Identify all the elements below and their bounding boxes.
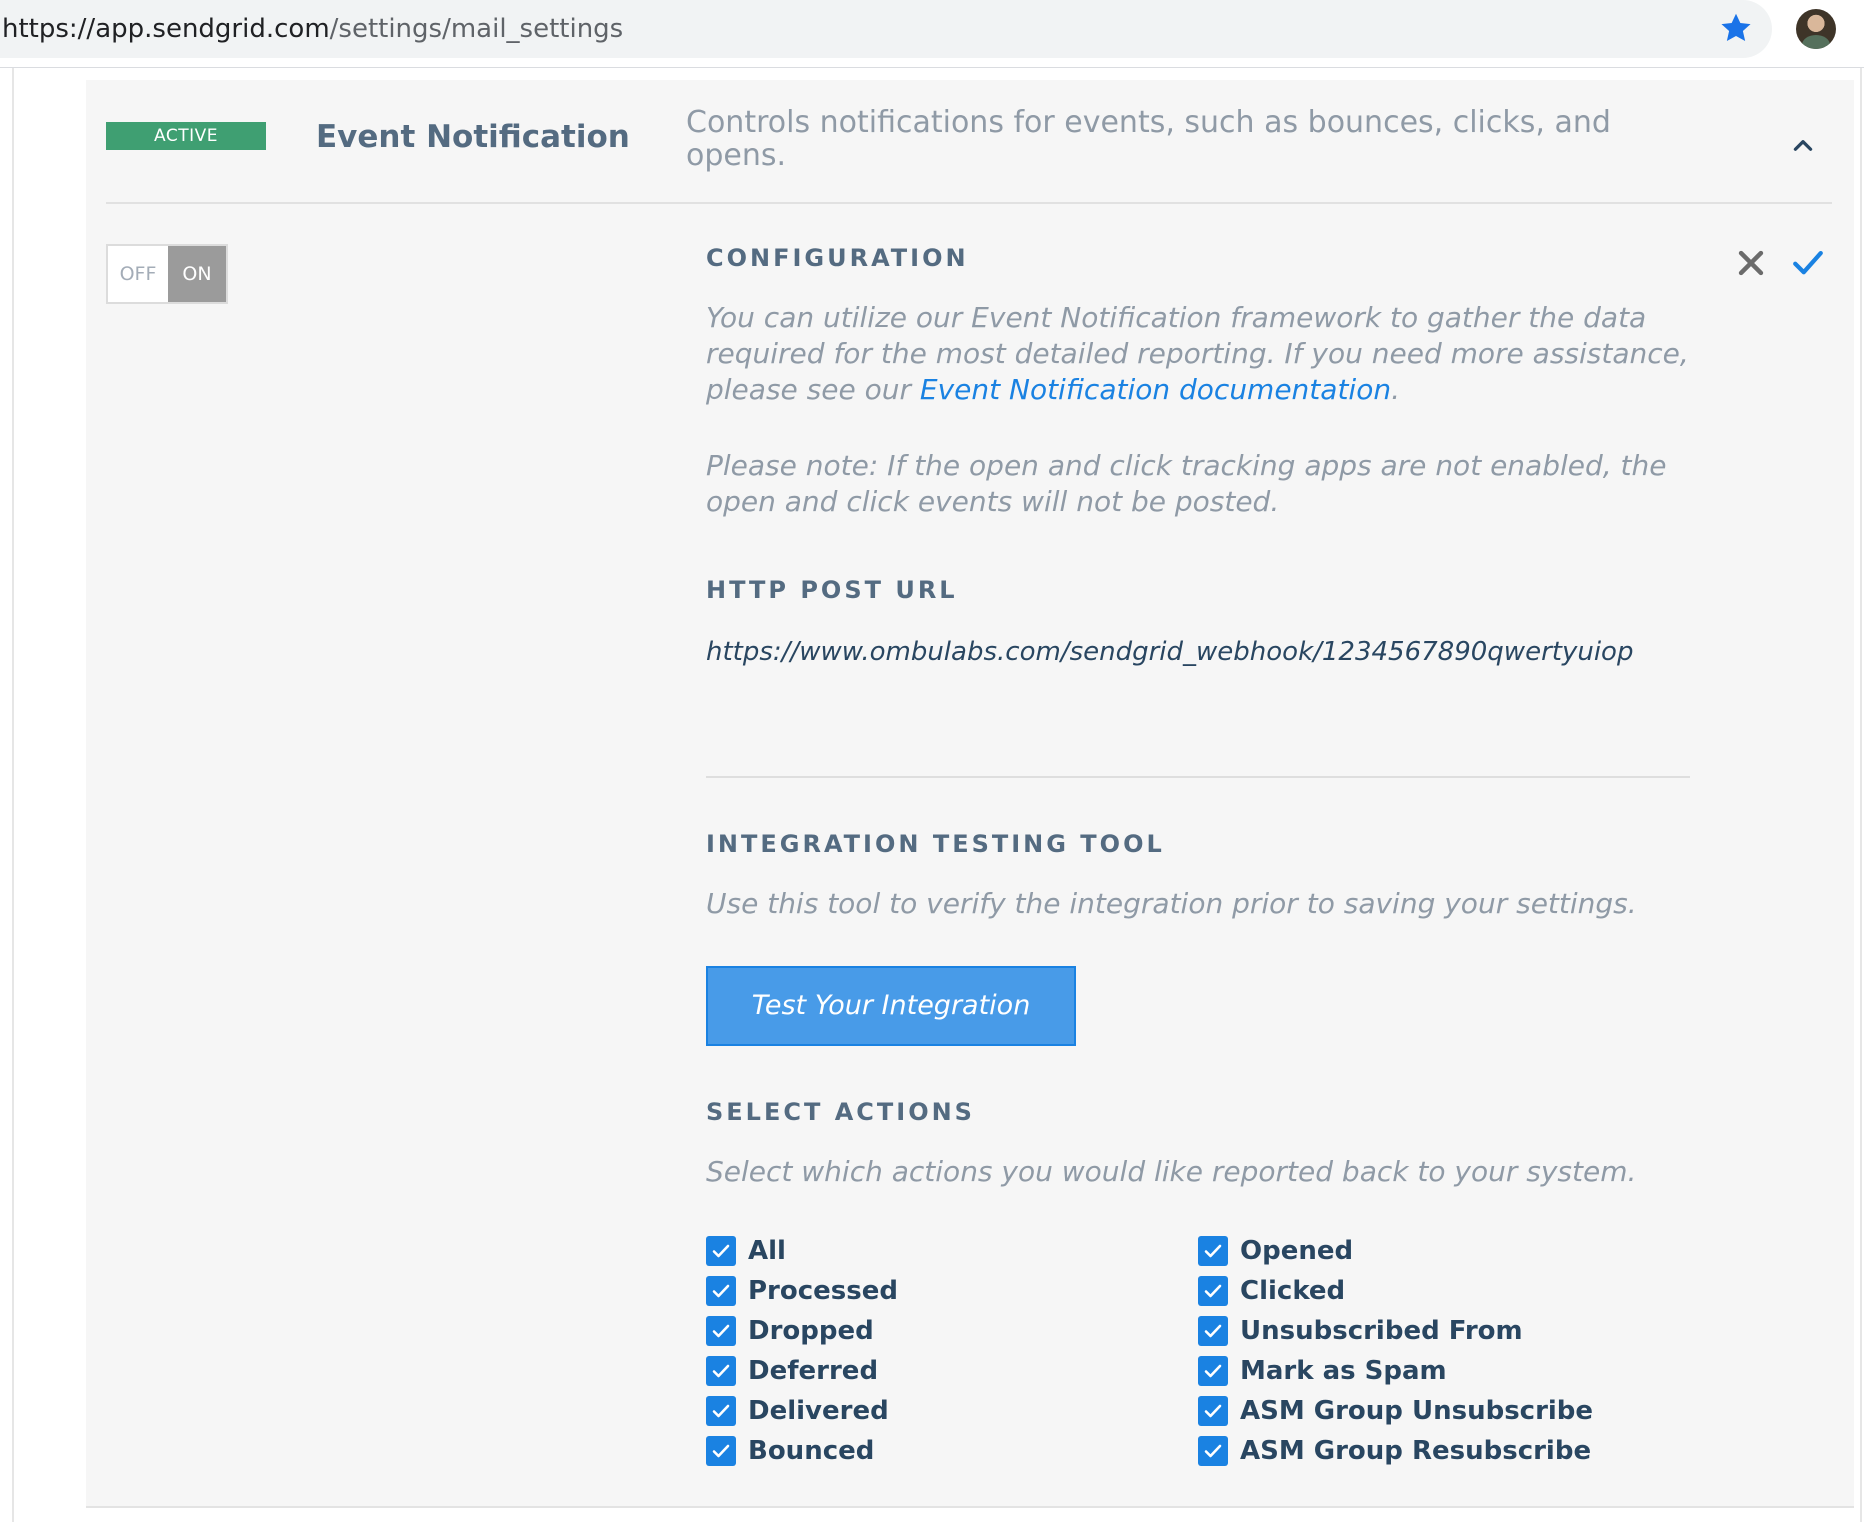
checkbox-checked-icon[interactable] [706,1356,736,1386]
checkbox-checked-icon[interactable] [706,1436,736,1466]
configuration-intro-end: . [1391,373,1400,406]
action-label[interactable]: Opened [1240,1234,1353,1268]
documentation-link[interactable]: Event Notification documentation [920,373,1391,406]
toggle-off-option[interactable]: OFF [108,246,168,302]
right-border [1860,68,1862,1522]
select-actions-heading: SELECT ACTIONS [706,1098,975,1126]
checkbox-checked-icon[interactable] [706,1236,736,1266]
star-icon[interactable] [1718,10,1754,46]
status-badge: ACTIVE [106,122,266,150]
checkbox-checked-icon[interactable] [706,1396,736,1426]
chevron-up-icon[interactable] [1790,133,1816,159]
checkbox-checked-icon[interactable] [706,1316,736,1346]
action-label[interactable]: ASM Group Resubscribe [1240,1434,1591,1468]
action-label[interactable]: Mark as Spam [1240,1354,1447,1388]
address-bar[interactable]: https://app.sendgrid.com/settings/mail_s… [0,0,1772,58]
url-text[interactable]: https://app.sendgrid.com/settings/mail_s… [2,12,623,46]
tracking-note: Please note: If the open and click track… [706,449,1667,518]
avatar[interactable] [1796,9,1836,49]
configuration-heading: CONFIGURATION [706,244,969,272]
checkbox-checked-icon[interactable] [1198,1356,1228,1386]
check-icon[interactable] [1790,246,1826,280]
settings-panel [86,80,1854,1506]
integration-testing-heading: INTEGRATION TESTING TOOL [706,830,1165,858]
setting-description: Controls notifications for events, such … [686,105,1611,173]
http-post-url-value[interactable]: https://www.ombulabs.com/sendgrid_webhoo… [706,636,1633,668]
action-label[interactable]: All [748,1234,786,1268]
action-label[interactable]: Unsubscribed From [1240,1314,1523,1348]
action-label[interactable]: Dropped [748,1314,874,1348]
checkbox-checked-icon[interactable] [1198,1276,1228,1306]
toolbar-divider [0,67,1864,68]
left-border [12,68,14,1522]
panel-bottom-border [86,1506,1854,1508]
http-post-url-heading: HTTP POST URL [706,576,958,604]
checkbox-checked-icon[interactable] [1198,1436,1228,1466]
toggle-on-option[interactable]: ON [168,246,226,302]
on-off-toggle[interactable]: OFF ON [106,244,228,304]
test-integration-button[interactable]: Test Your Integration [706,966,1076,1046]
close-icon[interactable] [1734,246,1768,280]
setting-title[interactable]: Event Notification [316,116,630,158]
select-actions-description: Select which actions you would like repo… [706,1155,1637,1188]
action-label[interactable]: Bounced [748,1434,874,1468]
action-label[interactable]: Clicked [1240,1274,1345,1308]
action-label[interactable]: ASM Group Unsubscribe [1240,1394,1593,1428]
checkbox-checked-icon[interactable] [1198,1316,1228,1346]
action-label[interactable]: Delivered [748,1394,889,1428]
checkbox-checked-icon[interactable] [1198,1236,1228,1266]
header-divider [106,202,1832,204]
url-host: https://app.sendgrid.com [2,14,330,44]
checkbox-checked-icon[interactable] [1198,1396,1228,1426]
section-divider [706,776,1690,778]
action-label[interactable]: Processed [748,1274,898,1308]
checkbox-checked-icon[interactable] [706,1276,736,1306]
action-label[interactable]: Deferred [748,1354,878,1388]
configuration-intro: You can utilize our Event Notification f… [706,300,1706,408]
integration-testing-description: Use this tool to verify the integration … [706,887,1637,920]
url-path: /settings/mail_settings [329,14,624,44]
